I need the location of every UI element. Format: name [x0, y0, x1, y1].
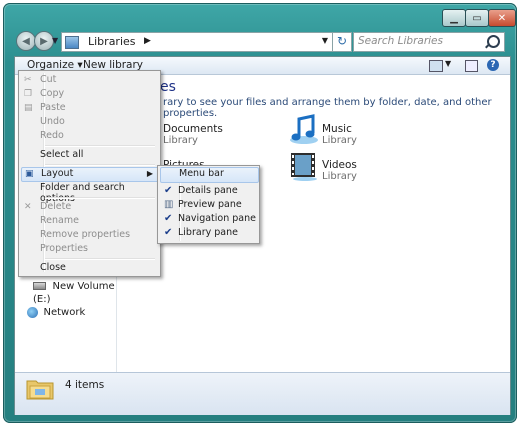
preview-pane-icon[interactable]	[465, 60, 478, 72]
help-icon[interactable]: ?	[487, 59, 499, 71]
nav-item-network[interactable]: Network	[27, 305, 85, 318]
close-icon: ✕	[497, 12, 507, 24]
menu-item-rename[interactable]: Rename	[21, 215, 158, 228]
paste-icon: ▤	[24, 103, 33, 113]
network-icon	[27, 306, 38, 318]
music-icon	[290, 114, 318, 144]
back-button[interactable]: ◀	[16, 31, 36, 51]
preview-pane-icon: ▥	[164, 199, 174, 210]
menu-item-cut[interactable]: ✂ Cut	[21, 74, 158, 87]
items-count: 4 items	[65, 379, 105, 391]
refresh-button[interactable]: ↻	[332, 32, 352, 52]
layout-item-menu-bar[interactable]: Menu bar	[160, 167, 259, 183]
page-title: es	[160, 79, 176, 95]
address-path-libraries[interactable]: Libraries	[88, 35, 136, 48]
menu-item-paste[interactable]: ▤ Paste	[21, 102, 158, 115]
minimize-icon: ▁	[450, 12, 458, 24]
recent-pages-button[interactable]: ▼	[52, 36, 58, 45]
library-item-type: Library	[163, 135, 198, 146]
menu-separator	[45, 145, 155, 147]
menu-item-layout[interactable]: ▣ Layout ▶	[21, 167, 160, 182]
copy-icon: ❐	[24, 89, 33, 99]
menu-item-remove-properties[interactable]: Remove properties	[21, 229, 158, 242]
address-dropdown-icon[interactable]: ▼	[322, 36, 328, 45]
layout-submenu: Menu bar ✔ Details pane ▥ Preview pane ✔…	[157, 165, 260, 244]
layout-item-preview-pane[interactable]: ▥ Preview pane	[160, 199, 257, 213]
close-button[interactable]: ✕	[488, 9, 516, 27]
details-pane: 4 items	[15, 372, 510, 415]
library-item-name: Videos	[322, 159, 357, 171]
check-icon: ✔	[164, 227, 173, 238]
menu-item-select-all[interactable]: Select all	[21, 149, 158, 162]
refresh-icon: ↻	[336, 34, 348, 48]
menu-item-properties[interactable]: Properties	[21, 243, 158, 256]
library-folder-icon	[26, 380, 54, 400]
organize-menu: ✂ Cut ❐ Copy ▤ Paste Undo Redo Select al…	[18, 70, 161, 277]
back-arrow-icon: ◀	[22, 35, 30, 47]
library-item-type: Library	[322, 135, 357, 146]
menu-item-close[interactable]: Close	[21, 262, 158, 275]
nav-item-label: Network	[43, 307, 86, 318]
layout-item-navigation-pane[interactable]: ✔ Navigation pane	[160, 213, 257, 227]
view-options-dropdown[interactable]: ▼	[445, 59, 451, 68]
nav-item-label: New Volume (E:)	[33, 281, 115, 305]
menu-item-undo[interactable]: Undo	[21, 116, 158, 129]
delete-icon: ✕	[24, 202, 32, 212]
library-item-type: Library	[322, 171, 357, 182]
layout-icon: ▣	[25, 169, 34, 179]
library-item-name: Music	[322, 123, 352, 135]
maximize-icon: ▭	[472, 12, 482, 24]
drive-icon	[33, 282, 46, 290]
change-view-icon[interactable]	[429, 60, 443, 72]
check-icon: ✔	[164, 213, 173, 224]
forward-arrow-icon: ▶	[40, 35, 48, 47]
search-icon[interactable]	[487, 35, 500, 48]
address-chevron-icon[interactable]: ▶	[144, 36, 151, 46]
nav-item-drive-e[interactable]: New Volume (E:)	[33, 279, 116, 305]
forward-button[interactable]: ▶	[34, 31, 54, 51]
search-placeholder: Search Libraries	[358, 35, 443, 47]
layout-item-library-pane[interactable]: ✔ Library pane	[160, 227, 257, 241]
address-bar[interactable]: Libraries ▶ ▼	[61, 32, 333, 52]
library-item-name: Documents	[163, 123, 223, 135]
videos-icon	[291, 153, 317, 181]
submenu-arrow-icon: ▶	[146, 169, 153, 178]
search-input[interactable]: Search Libraries	[353, 32, 505, 52]
page-description: rary to see your files and arrange them …	[163, 97, 492, 119]
menu-separator	[45, 258, 155, 260]
menu-separator	[45, 164, 155, 166]
menu-item-copy[interactable]: ❐ Copy	[21, 88, 158, 101]
layout-item-details-pane[interactable]: ✔ Details pane	[160, 185, 257, 199]
menu-item-folder-search-options[interactable]: Folder and search options	[21, 182, 158, 204]
maximize-button[interactable]: ▭	[465, 9, 489, 27]
menu-item-delete[interactable]: ✕ Delete	[21, 201, 158, 214]
check-icon: ✔	[164, 185, 173, 196]
libraries-icon	[65, 36, 79, 49]
menu-item-redo[interactable]: Redo	[21, 130, 158, 143]
menu-separator	[45, 197, 155, 199]
cut-icon: ✂	[24, 75, 32, 85]
minimize-button[interactable]: ▁	[442, 9, 466, 27]
